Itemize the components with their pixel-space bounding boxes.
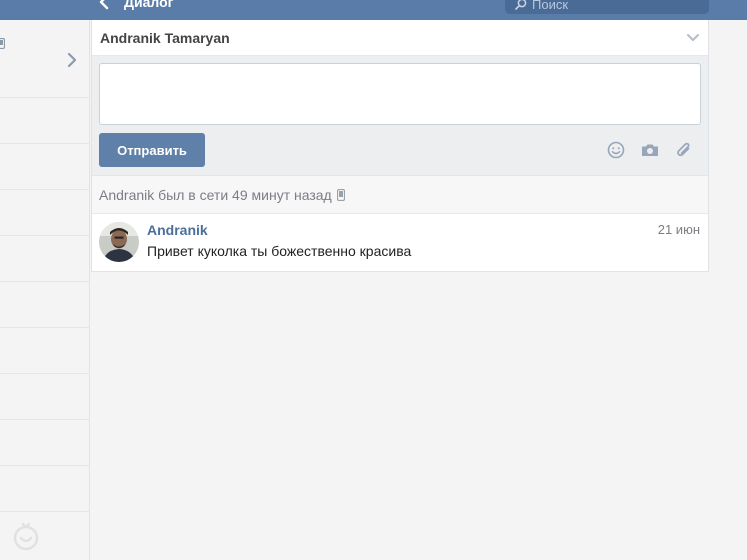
message-author[interactable]: Andranik [147,222,411,238]
message-body: Andranik Привет куколка ты божественно к… [147,222,411,262]
conversation-item[interactable] [0,374,90,420]
mobile-phone-icon [0,38,5,49]
dialog-header[interactable]: Andranik Tamaryan [92,20,708,56]
top-navigation-bar: Диалог [0,0,747,20]
compose-attachments [606,140,694,160]
dialog-title: Andranik Tamaryan [100,29,230,46]
conversation-item[interactable] [0,190,90,236]
chevron-right-icon [67,52,77,68]
conversation-item[interactable] [0,98,90,144]
message-item[interactable]: Andranik Привет куколка ты божественно к… [92,214,708,270]
search-input[interactable] [532,0,702,12]
smile-icon[interactable] [606,140,626,160]
camera-icon[interactable] [640,140,660,160]
conversation-item[interactable] [0,236,90,282]
conversation-list [0,20,90,560]
message-date: 21 июн [657,222,700,237]
paperclip-icon[interactable] [674,140,694,160]
conversation-item[interactable] [0,420,90,466]
search-icon [515,0,527,10]
back-label: Диалог [124,0,174,10]
back-button[interactable]: Диалог [98,0,173,12]
conversation-item[interactable] [0,328,90,374]
avatar-photo [99,222,139,262]
message-input[interactable] [99,63,701,125]
conversation-item[interactable] [0,20,90,98]
conversation-item[interactable] [0,282,90,328]
dialog-panel: Andranik Tamaryan Отправить Andranik был [91,20,709,272]
app-logo-icon [13,522,39,551]
conversation-item[interactable] [0,466,90,512]
online-status-text: Andranik был в сети 49 минут назад [99,186,332,203]
compose-area: Отправить [92,56,708,176]
message-text: Привет куколка ты божественно красива [147,243,412,259]
conversation-item[interactable] [0,144,90,190]
chevron-left-icon [99,0,109,10]
chevron-down-icon[interactable] [686,33,700,43]
avatar[interactable] [99,222,139,262]
mobile-phone-icon [336,188,345,201]
send-button[interactable]: Отправить [99,133,205,167]
search-box[interactable] [505,0,709,14]
online-status: Andranik был в сети 49 минут назад [92,176,708,214]
